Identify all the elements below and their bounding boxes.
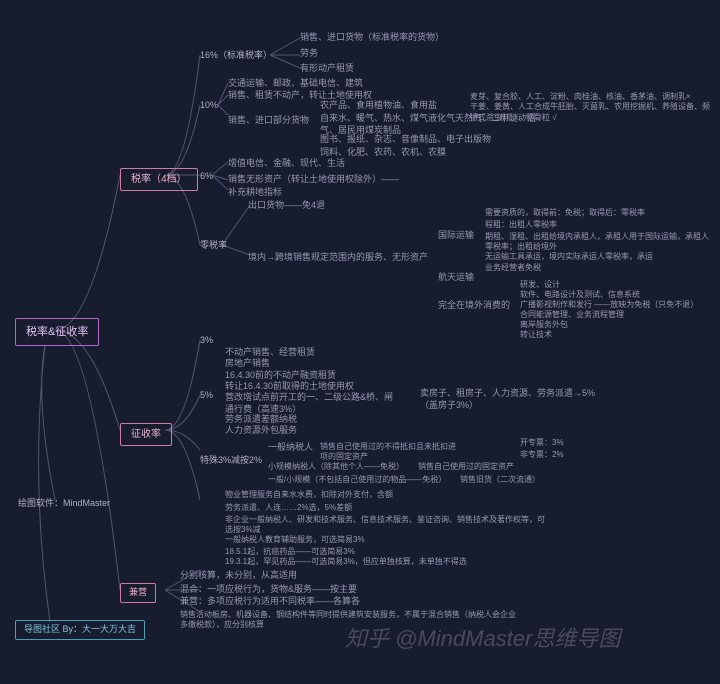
r0-gj1: 程租：出租人零税率 bbox=[485, 220, 557, 230]
rate-10[interactable]: 10% bbox=[200, 100, 218, 112]
oth-4: 18.5.1起，抗癌药品——可选简易3% 19.3.1起，罕见药品——可选简易3… bbox=[225, 547, 545, 568]
r16-i2: 有形动产租赁 bbox=[300, 63, 354, 75]
levy-3[interactable]: 3% bbox=[200, 335, 213, 347]
l5-0: 16.4.30前的不动产融资租赁 bbox=[225, 370, 336, 382]
oth-2: 非企业一般纳税人、研发和技术服务、信息技术服务、鉴证咨询、销售技术及著作权等，可… bbox=[225, 515, 545, 536]
rate-16[interactable]: 16%（标准税率） bbox=[200, 50, 272, 62]
sp-c1: 销售旧货（二次流通） bbox=[460, 475, 540, 485]
r6-a: 增值电信、金融、现代、生活 bbox=[228, 158, 345, 170]
software-note: 绘图软件：MindMaster bbox=[18, 498, 110, 510]
rates-node[interactable]: 税率（4档） bbox=[120, 168, 198, 191]
r10-c0: 农产品、食用植物油、食用盐 bbox=[320, 100, 437, 112]
r6-b: 销售无形资产（转让土地使用权除外）—— bbox=[228, 174, 399, 186]
l3-b: 房地产销售 bbox=[225, 358, 270, 370]
r0-f5: 转让技术 bbox=[520, 330, 552, 340]
sp-b1: 销售自己使用过的固定资产 bbox=[418, 462, 514, 472]
levy-spec[interactable]: 特殊3%减按2% bbox=[200, 455, 262, 467]
r16-i1: 劳务 bbox=[300, 48, 318, 60]
r0-ht: 航天运输 bbox=[438, 272, 474, 284]
r0-full: 完全在境外消费的 bbox=[438, 300, 510, 312]
r10-c2: 图书、报纸、杂志、音像制品、电子出版物 bbox=[320, 134, 491, 146]
l3-a: 不动产销售、经营租赁 bbox=[225, 347, 315, 359]
r10-c: 销售、进口部分货物 bbox=[228, 115, 309, 127]
watermark: 知乎 @MindMaster思维导图 bbox=[345, 625, 620, 654]
sp-a1: 销售自己使用过的不得抵扣且未抵扣进项的固定资产 bbox=[320, 442, 460, 463]
r16-i0: 销售、进口货物（标准税率的货物） bbox=[300, 32, 444, 44]
l5-3: 劳务派遣差额纳税 bbox=[225, 414, 297, 426]
r10-side: 麦芽、复合胶、人工、淀粉、肉桂油、核油、香茅油、调制乳× 干姜、姜黄、人工合成牛… bbox=[470, 92, 710, 123]
r0-gj0: 需要资质的，取得前：免税；取得后：零税率 bbox=[485, 208, 645, 218]
r0-gj3: 无运输工具承运，境内实际承运人零税率，承运 bbox=[485, 252, 653, 262]
oth-3: 一般纳税人教育辅助服务，可选简易3% bbox=[225, 535, 365, 545]
r0-f3: 合同能源管理、业务流程管理 bbox=[520, 310, 624, 320]
root-node[interactable]: 税率&征收率 bbox=[15, 318, 99, 346]
jianying-node[interactable]: 兼营 bbox=[120, 583, 156, 603]
rate-6[interactable]: 6% bbox=[200, 171, 213, 183]
oth-1: 劳务派遣、人连……2%选，5%差额 bbox=[225, 503, 352, 513]
r0-export: 出口货物——免4退 bbox=[248, 200, 325, 212]
r0-f1: 软件、电路设计及测试、信息系统 bbox=[520, 290, 640, 300]
r0-f4: 离岸服务外包 bbox=[520, 320, 568, 330]
r10-c3: 饲料、化肥、农药、农机、农膜 bbox=[320, 147, 446, 159]
l5-4: 人力资源外包服务 bbox=[225, 425, 297, 437]
sp-a2: 开专票：3% bbox=[520, 438, 564, 448]
r10-a: 交通运输、邮政、基础电信、建筑 bbox=[228, 78, 363, 90]
jy-b: 混合：一项应税行为，货物&服务——按主要 兼营：多项应税行为适用不同税率——各算… bbox=[180, 584, 360, 607]
r0-gj2: 期租、湿租、出租给境内承租人，承租人用于国际运输，承租人零税率；出租给境外 bbox=[485, 232, 710, 253]
sp-c: 一般/小规模（不包括自己使用过的物品——免税） bbox=[268, 475, 446, 485]
oth-0: 物业管理服务自来水水费，扣除对外支付，含额 bbox=[225, 490, 393, 500]
r0-f2: 广播影视制作和发行 ——放映为免税（只免不退） bbox=[520, 300, 698, 310]
jy-a: 分别核算，未分别，从高适用 bbox=[180, 570, 297, 582]
sp-a3: 非专票：2% bbox=[520, 450, 564, 460]
levy-5[interactable]: 5% bbox=[200, 390, 213, 402]
r0-gj: 国际运输 bbox=[438, 230, 474, 242]
sp-b: 小规模纳税人（除其他个人——免税） bbox=[268, 462, 404, 472]
levy-node[interactable]: 征收率 bbox=[120, 423, 172, 446]
r0-in: 境内→跨境销售规定范围内的服务、无形资产 bbox=[248, 252, 428, 264]
r6-c: 补充耕地指标 bbox=[228, 187, 282, 199]
rate-0[interactable]: 零税率 bbox=[200, 240, 227, 252]
community-note: 导图社区 By：大一大万大吉 bbox=[15, 620, 145, 640]
l5-1: 转让16.4.30前取得的土地使用权 bbox=[225, 381, 354, 393]
l5-2: 营改增试点前开工的一、二级公路&桥、闸通行费（高速3%） bbox=[225, 392, 395, 415]
sp-a: 一般纳税人 bbox=[268, 442, 313, 454]
l5-side: 卖房子、租房子、人力资源、劳务派遣→5% （盖房子3%） bbox=[420, 388, 595, 411]
r0-gj4: 业务经营者免税 bbox=[485, 263, 541, 273]
r0-f0: 研发、设计 bbox=[520, 280, 560, 290]
